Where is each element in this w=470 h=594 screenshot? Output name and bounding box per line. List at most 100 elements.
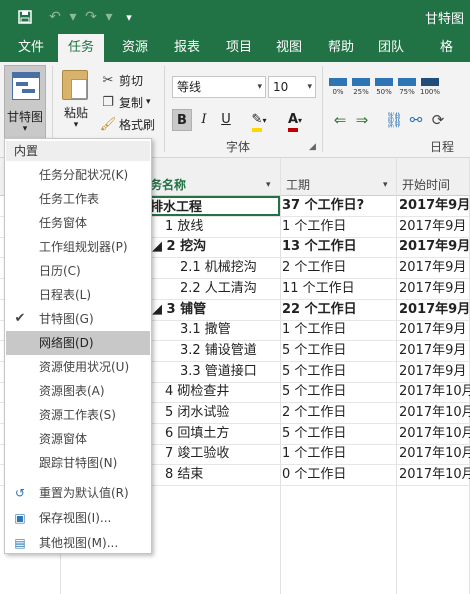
menu-item[interactable]: ✔ 甘特图(G) xyxy=(6,307,150,331)
percent-complete-100-button[interactable]: 100% xyxy=(420,74,440,98)
start-cell[interactable]: 2017年9月 xyxy=(399,258,470,278)
menu-item[interactable]: 任务工作表 xyxy=(6,187,150,211)
column-header-duration[interactable]: 工期 xyxy=(286,176,310,193)
task-name-cell[interactable]: 7 竣工验收 xyxy=(165,444,278,464)
task-name-cell[interactable]: 3.1 撒管 xyxy=(180,320,278,340)
menu-item[interactable]: ▣ 保存视图(I)... xyxy=(6,506,150,530)
start-cell[interactable]: 2017年9月 xyxy=(399,237,470,257)
tab-view[interactable]: 视图 xyxy=(266,34,312,62)
underline-button[interactable]: U xyxy=(216,109,236,131)
bold-button[interactable]: B xyxy=(172,109,192,131)
menu-item[interactable]: ▤ 其他视图(M)... xyxy=(6,531,150,555)
tab-help[interactable]: 帮助 xyxy=(318,34,364,62)
duration-cell[interactable]: 2 个工作日 xyxy=(282,258,394,278)
duration-cell[interactable]: 22 个工作日 xyxy=(282,300,394,320)
menu-item[interactable]: 任务窗体 xyxy=(6,211,150,235)
tab-file[interactable]: 文件 xyxy=(8,34,54,62)
start-cell[interactable]: 2017年9月 xyxy=(399,279,470,299)
duration-cell[interactable]: 5 个工作日 xyxy=(282,382,394,402)
font-color-button[interactable]: A▾ xyxy=(282,109,308,132)
start-cell[interactable]: 2017年9月 xyxy=(399,320,470,340)
menu-item[interactable]: 资源图表(A) xyxy=(6,379,150,403)
task-name-cell[interactable]: ◢ 3 铺管 xyxy=(152,300,278,320)
chevron-down-icon[interactable]: ▾ xyxy=(383,180,388,190)
start-cell[interactable]: 2017年10月 xyxy=(399,444,470,464)
paste-icon[interactable] xyxy=(62,70,88,100)
task-name-cell[interactable]: 6 回填土方 xyxy=(165,424,278,444)
menu-item[interactable]: 日程表(L) xyxy=(6,283,150,307)
start-cell[interactable]: 2017年9月 xyxy=(399,362,470,382)
start-cell[interactable]: 2017年9月 xyxy=(399,341,470,361)
percent-complete-25-button[interactable]: 25% xyxy=(351,74,371,98)
task-name-cell[interactable]: 3.2 铺设管道 xyxy=(180,341,278,361)
task-name-cell[interactable]: 2.1 机械挖沟 xyxy=(180,258,278,278)
menu-item[interactable]: 资源工作表(S) xyxy=(6,403,150,427)
duration-cell[interactable]: 0 个工作日 xyxy=(282,465,394,485)
update-tasks-icon[interactable]: ⟳ xyxy=(428,110,448,130)
customize-qat-icon[interactable]: ▾ xyxy=(118,7,140,27)
tab-task[interactable]: 任务 xyxy=(58,34,105,62)
task-name-cell[interactable]: 2.2 人工清沟 xyxy=(180,279,278,299)
column-header-start[interactable]: 开始时间 xyxy=(402,176,450,193)
menu-item[interactable]: 网络图(D) xyxy=(6,331,150,355)
task-name-cell[interactable]: 8 结束 xyxy=(165,465,278,485)
task-name-cell[interactable]: 4 砌检查井 xyxy=(165,382,278,402)
start-cell[interactable]: 2017年9月1日 xyxy=(399,196,470,216)
font-dialog-launcher-icon[interactable]: ◢ xyxy=(309,142,316,152)
tab-project[interactable]: 项目 xyxy=(216,34,262,62)
duration-cell[interactable]: 5 个工作日 xyxy=(282,362,394,382)
menu-item[interactable]: 工作组规划器(P) xyxy=(6,235,150,259)
menu-item[interactable]: 跟踪甘特图(N) xyxy=(6,451,150,475)
start-cell[interactable]: 2017年10月 xyxy=(399,465,470,485)
paste-button[interactable]: 粘贴 xyxy=(56,104,96,121)
duration-cell[interactable]: 5 个工作日 xyxy=(282,424,394,444)
duration-cell[interactable]: 1 个工作日 xyxy=(282,444,394,464)
font-name-select[interactable]: 等线 ▾ xyxy=(172,76,266,98)
start-cell[interactable]: 2017年9月 xyxy=(399,217,470,237)
menu-item[interactable]: 日历(C) xyxy=(6,259,150,283)
copy-button[interactable]: ❐ 复制 ▾ xyxy=(100,92,150,112)
menu-item[interactable]: 任务分配状况(K) xyxy=(6,163,150,187)
column-header-task-name[interactable]: 务名称 xyxy=(150,176,186,193)
chevron-down-icon[interactable]: ▾ xyxy=(266,180,271,190)
task-name-cell[interactable]: ◢ 2 挖沟 xyxy=(152,237,278,257)
task-name-cell[interactable]: 3.3 管道接口 xyxy=(180,362,278,382)
menu-item[interactable]: 资源窗体 xyxy=(6,427,150,451)
start-cell[interactable]: 2017年10月 xyxy=(399,382,470,402)
duration-cell[interactable]: 1 个工作日 xyxy=(282,217,394,237)
percent-complete-50-button[interactable]: 50% xyxy=(374,74,394,98)
percent-complete-75-button[interactable]: 75% xyxy=(397,74,417,98)
italic-button[interactable]: I xyxy=(194,109,214,131)
save-icon[interactable] xyxy=(14,7,36,27)
duration-cell[interactable]: 1 个工作日 xyxy=(282,320,394,340)
redo-dropdown-icon[interactable]: ▾ xyxy=(98,7,120,27)
gantt-chart-button[interactable]: 甘特图 ▾ xyxy=(4,65,46,139)
duration-cell[interactable]: 11 个工作日 xyxy=(282,279,394,299)
task-name-cell[interactable]: 排水工程 xyxy=(146,196,280,216)
duration-cell[interactable]: 37 个工作日? xyxy=(282,196,394,216)
start-cell[interactable]: 2017年10月 xyxy=(399,403,470,423)
tab-team[interactable]: 团队 xyxy=(368,34,414,62)
format-painter-button[interactable]: 🖌 格式刷 xyxy=(100,114,155,134)
start-cell[interactable]: 2017年10月 xyxy=(399,424,470,444)
tab-report[interactable]: 报表 xyxy=(164,34,210,62)
font-size-select[interactable]: 10 ▾ xyxy=(268,76,316,98)
tab-format[interactable]: 格式 xyxy=(430,34,470,83)
tab-resource[interactable]: 资源 xyxy=(112,34,158,62)
indent-icon[interactable]: ⇒ xyxy=(352,110,372,130)
cut-button[interactable]: ✂ 剪切 xyxy=(100,70,143,90)
task-name-cell[interactable]: 5 闭水试验 xyxy=(165,403,278,423)
duration-cell[interactable]: 2 个工作日 xyxy=(282,403,394,423)
unlink-tasks-icon[interactable]: ⚯ xyxy=(406,110,426,130)
menu-item[interactable]: ↺ 重置为默认值(R) xyxy=(6,481,150,505)
duration-cell[interactable]: 5 个工作日 xyxy=(282,341,394,361)
start-cell[interactable]: 2017年9月 xyxy=(399,300,470,320)
link-tasks-icon[interactable]: ⛓ xyxy=(384,110,404,130)
highlight-color-button[interactable]: ✎▾ xyxy=(246,109,272,132)
chevron-down-icon[interactable]: ▾ xyxy=(56,120,96,130)
menu-item[interactable]: 资源使用状况(U) xyxy=(6,355,150,379)
outdent-icon[interactable]: ⇐ xyxy=(330,110,350,130)
task-name-cell[interactable]: 1 放线 xyxy=(165,217,278,237)
duration-cell[interactable]: 13 个工作日 xyxy=(282,237,394,257)
percent-complete-0-button[interactable]: 0% xyxy=(328,74,348,98)
